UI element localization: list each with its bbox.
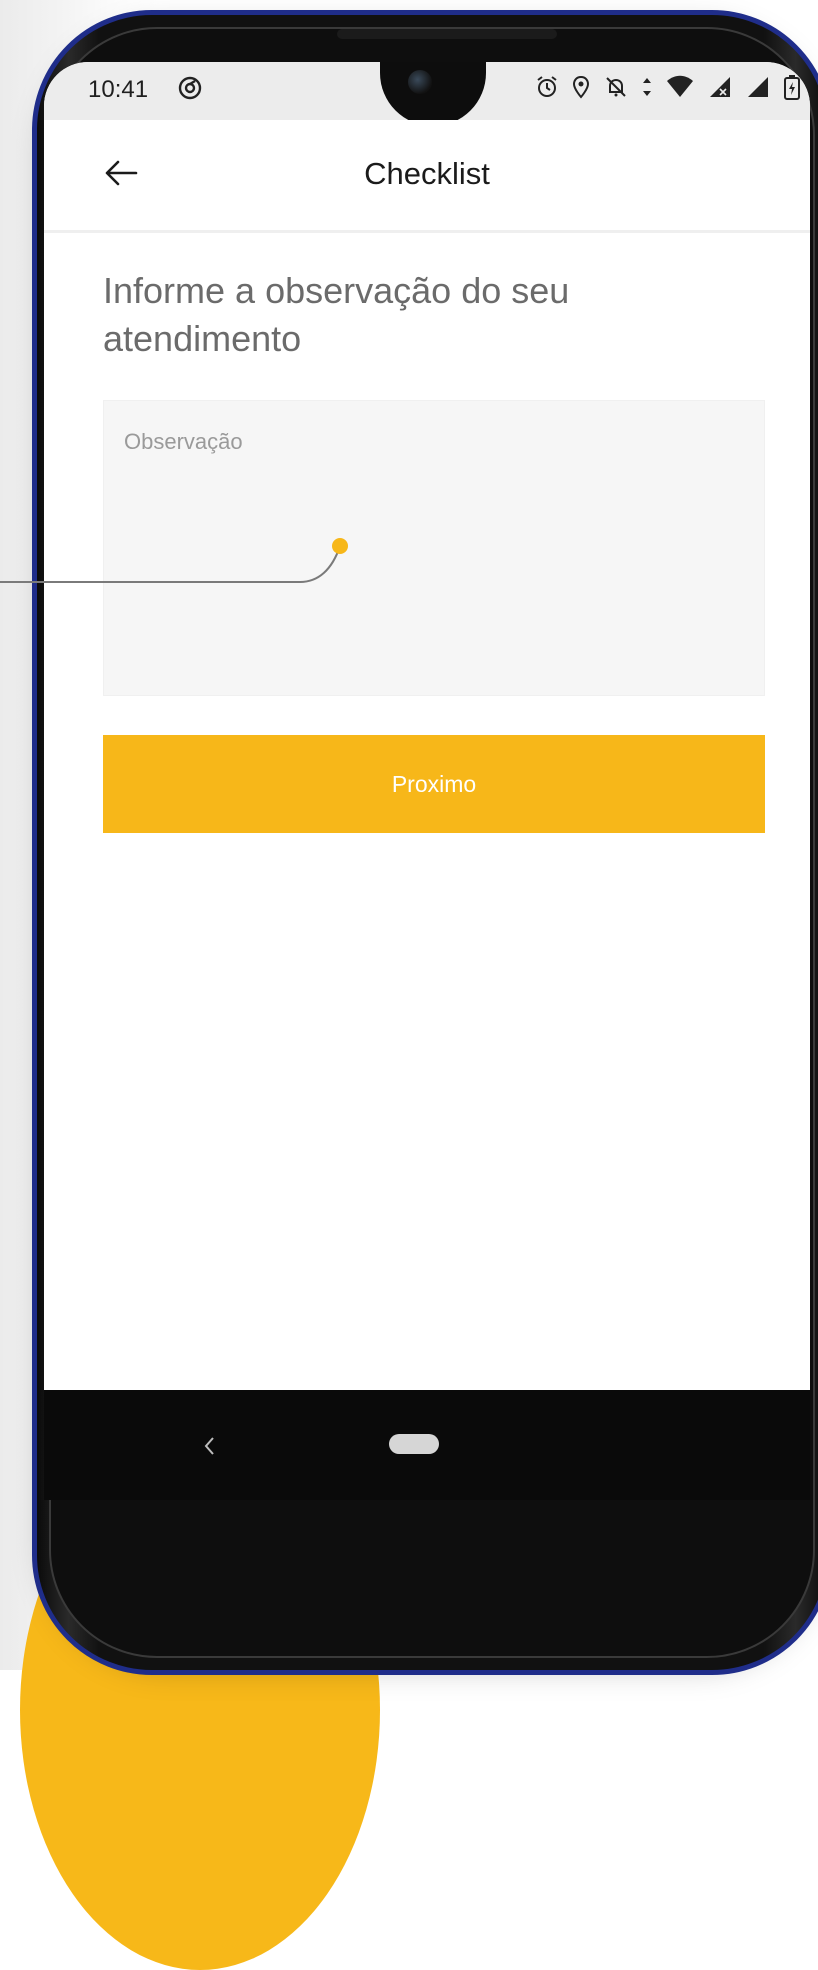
observation-heading: Informe a observação do seu atendimento (103, 270, 570, 359)
signal-icon (708, 75, 732, 99)
phone-earpiece (337, 29, 557, 39)
sync-icon (176, 74, 204, 102)
observation-field[interactable] (103, 400, 765, 696)
observation-input[interactable] (104, 401, 764, 695)
front-camera (408, 70, 432, 94)
page-title: Checklist (364, 156, 490, 191)
nav-back-button[interactable] (194, 1426, 224, 1466)
chevron-left-icon (204, 1437, 214, 1455)
battery-icon (784, 74, 800, 100)
phone-screen: 10:41 Checklist Informe a observação do … (44, 62, 810, 1390)
data-arrows-icon (642, 75, 652, 99)
app-bar: Checklist (44, 120, 810, 233)
wifi-icon (666, 75, 694, 99)
status-time: 10:41 (88, 76, 149, 103)
navigation-bar (44, 1390, 810, 1500)
nav-home-pill[interactable] (389, 1434, 439, 1454)
notifications-off-icon (604, 75, 628, 99)
location-icon (572, 75, 590, 99)
alarm-icon (536, 75, 558, 99)
next-button[interactable]: Proximo (103, 735, 765, 833)
signal-icon (746, 75, 770, 99)
status-icons (536, 74, 800, 100)
